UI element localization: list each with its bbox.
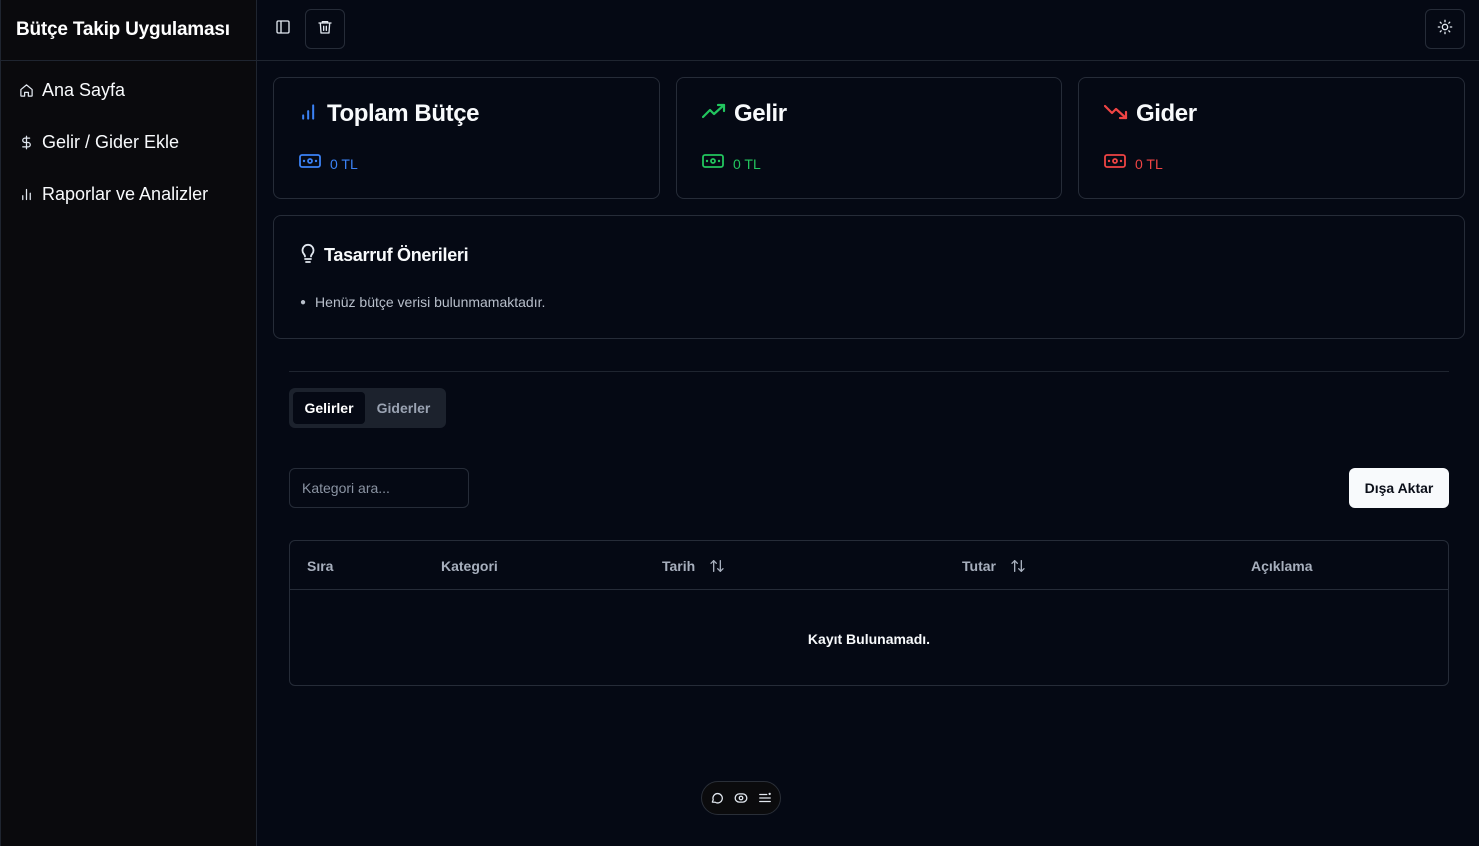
card-value: 0 TL — [702, 153, 761, 174]
app-root: Bütçe Takip Uygulaması Ana Sayfa Gelir /… — [0, 0, 1479, 846]
tips-title: Tasarruf Önerileri — [300, 243, 469, 268]
lightbulb-icon — [300, 243, 316, 268]
floating-toolbar — [701, 781, 781, 815]
table-header: Sıra Kategori Tarih Tutar Açıklama — [290, 541, 1448, 590]
banknote-icon — [1104, 153, 1126, 174]
transactions-table: Sıra Kategori Tarih Tutar Açıklama Kayıt… — [289, 540, 1449, 686]
menu-icon[interactable] — [757, 790, 773, 806]
topbar — [257, 0, 1479, 61]
income-card: Gelir 0 TL — [676, 77, 1062, 199]
home-icon — [18, 82, 34, 98]
column-header-category: Kategori — [441, 557, 498, 574]
tab-incomes[interactable]: Gelirler — [293, 392, 365, 424]
sidebar-toggle-icon — [275, 19, 291, 40]
table-empty-message: Kayıt Bulunamadı. — [807, 630, 931, 647]
sidebar-item-label: Raporlar ve Analizler — [42, 183, 209, 204]
theme-toggle-button[interactable] — [1425, 9, 1465, 49]
sort-icon[interactable] — [709, 558, 725, 574]
tab-expenses[interactable]: Giderler — [365, 392, 442, 424]
banknote-icon — [702, 153, 724, 174]
trending-up-icon — [701, 102, 726, 127]
card-value: 0 TL — [299, 153, 358, 174]
card-title: Gelir — [701, 100, 787, 128]
sidebar-item-reports[interactable]: Raporlar ve Analizler — [1, 181, 256, 207]
dollar-icon — [18, 134, 34, 150]
banknote-icon — [299, 153, 321, 174]
sidebar-header: Bütçe Takip Uygulaması — [1, 0, 256, 61]
export-button[interactable]: Dışa Aktar — [1349, 468, 1449, 508]
expense-card: Gider 0 TL — [1078, 77, 1465, 199]
app-title: Bütçe Takip Uygulaması — [16, 19, 230, 40]
bar-chart-icon — [18, 186, 34, 202]
total-budget-card: Toplam Bütçe 0 TL — [273, 77, 660, 199]
column-header-description: Açıklama — [1251, 557, 1313, 574]
card-value: 0 TL — [1104, 153, 1163, 174]
tips-list-item: ● Henüz bütçe verisi bulunmamaktadır. — [300, 294, 546, 310]
sidebar-item-home[interactable]: Ana Sayfa — [1, 77, 256, 103]
card-title: Gider — [1103, 100, 1197, 128]
sort-icon[interactable] — [1010, 558, 1026, 574]
sidebar-item-add-income-expense[interactable]: Gelir / Gider Ekle — [1, 129, 256, 155]
category-search-input[interactable] — [289, 468, 469, 508]
trash-icon — [317, 19, 333, 40]
column-header-date: Tarih — [662, 541, 725, 590]
bar-chart-icon — [299, 102, 319, 127]
comment-icon[interactable] — [709, 790, 725, 806]
sidebar: Bütçe Takip Uygulaması Ana Sayfa Gelir /… — [0, 0, 257, 846]
sidebar-item-label: Gelir / Gider Ekle — [42, 131, 180, 152]
sidebar-item-label: Ana Sayfa — [42, 79, 126, 100]
transaction-tabs: Gelirler Giderler — [289, 388, 446, 428]
card-title: Toplam Bütçe — [299, 100, 480, 128]
delete-all-button[interactable] — [305, 9, 345, 49]
trending-down-icon — [1103, 102, 1128, 127]
eye-icon[interactable] — [733, 790, 749, 806]
sidebar-nav: Ana Sayfa Gelir / Gider Ekle Raporlar ve… — [1, 61, 256, 207]
sidebar-toggle-button[interactable] — [263, 9, 303, 49]
sun-icon — [1437, 19, 1453, 40]
savings-tips-card: Tasarruf Önerileri ● Henüz bütçe verisi … — [273, 215, 1465, 339]
column-header-amount: Tutar — [962, 541, 1026, 590]
section-divider — [289, 371, 1449, 372]
column-header-order: Sıra — [307, 557, 334, 574]
